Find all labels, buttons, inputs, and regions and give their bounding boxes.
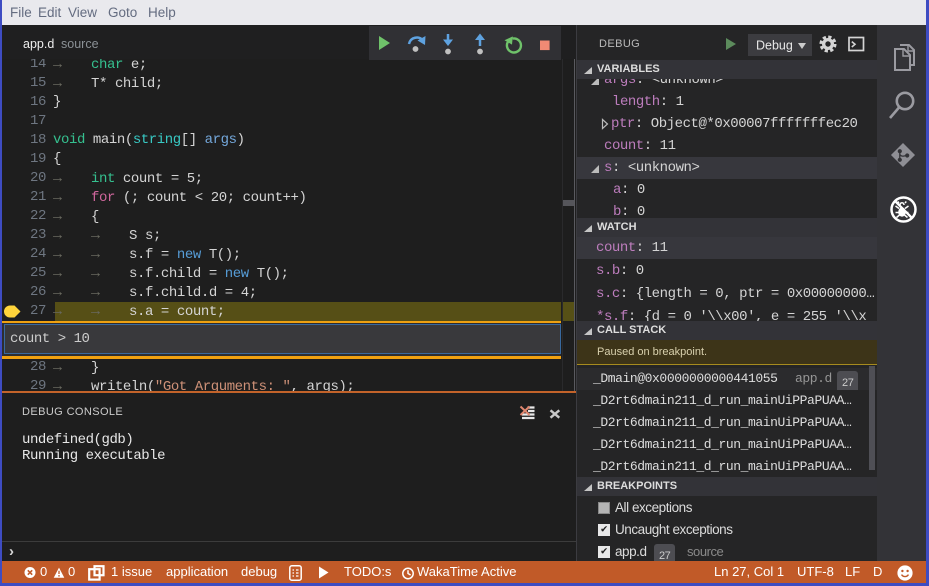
svg-text:Debug: Debug <box>756 39 793 53</box>
